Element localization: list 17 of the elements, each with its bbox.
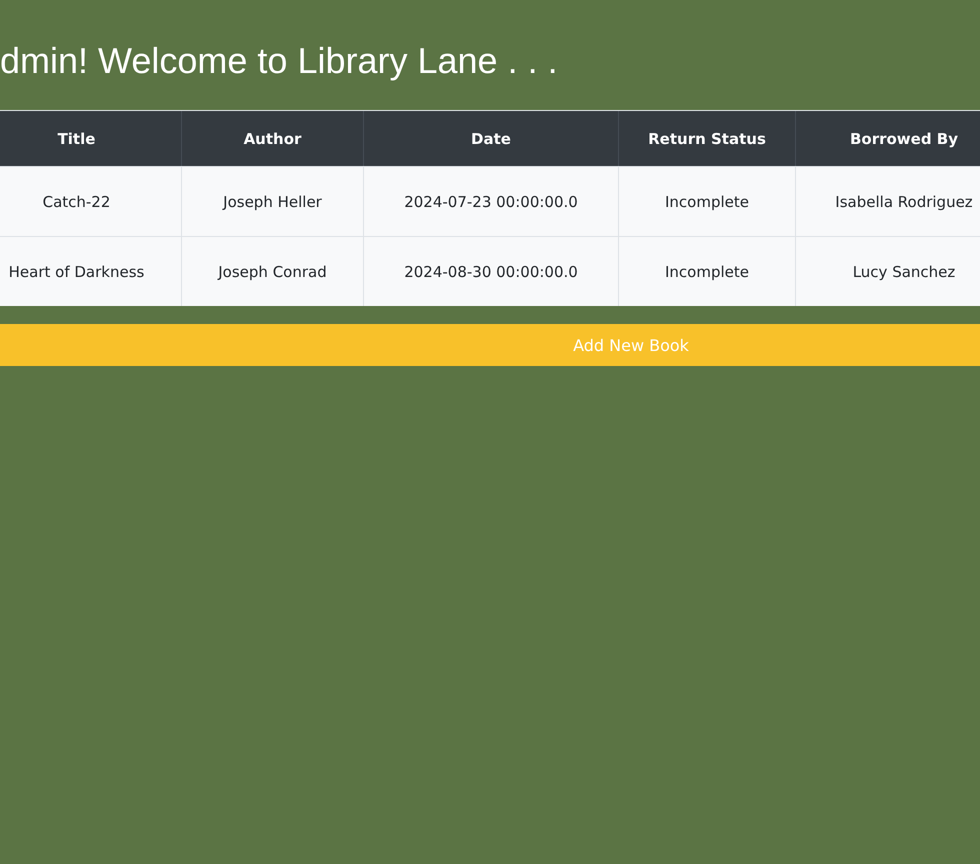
table-cell: Incomplete <box>619 166 796 236</box>
table-cell: Isabella Rodriguez <box>796 166 980 236</box>
table-cell: Joseph Heller <box>182 166 364 236</box>
column-header: Date <box>364 111 619 166</box>
table-cell: Catch-22 <box>0 166 182 236</box>
table-cell: 2024-07-23 00:00:00.0 <box>364 166 619 236</box>
table-cell: Joseph Conrad <box>182 236 364 306</box>
table-cell: Heart of Darkness <box>0 236 182 306</box>
table-cell: Incomplete <box>619 236 796 306</box>
column-header: Return Status <box>619 111 796 166</box>
column-header: Author <box>182 111 364 166</box>
welcome-heading: dmin! Welcome to Library Lane . . . <box>0 40 558 81</box>
table-cell: Lucy Sanchez <box>796 236 980 306</box>
add-book-button[interactable]: Add New Book <box>0 324 980 366</box>
column-header: Borrowed By <box>796 111 980 166</box>
column-header: Title <box>0 111 182 166</box>
table-cell: 2024-08-30 00:00:00.0 <box>364 236 619 306</box>
